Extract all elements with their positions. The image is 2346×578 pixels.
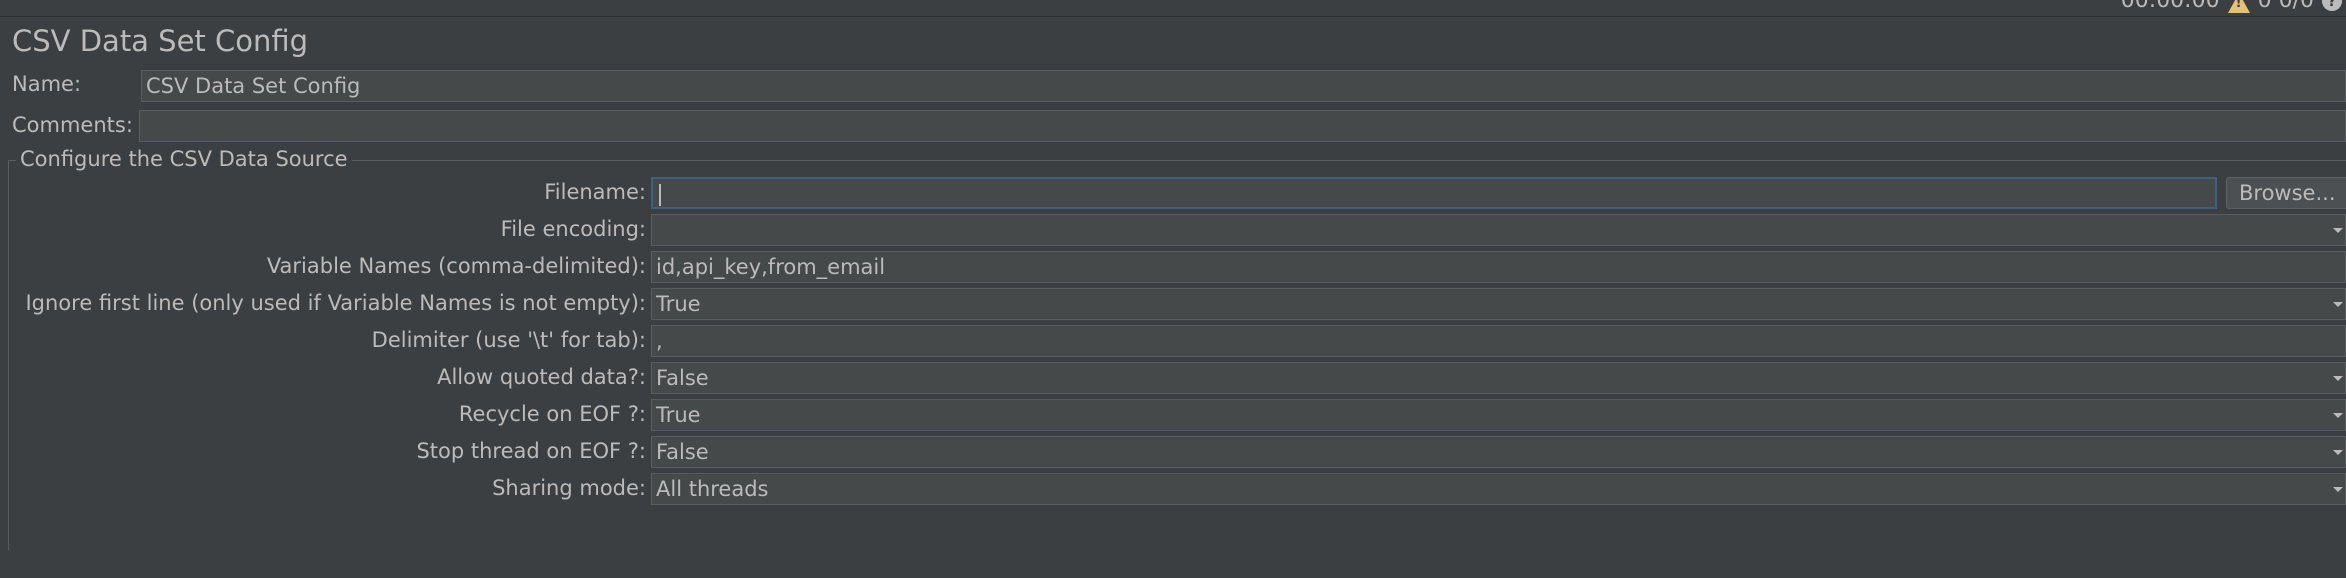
chevron-down-icon[interactable] [2333, 376, 2343, 381]
status-strip: 00:00:00 0 0/0 ? [0, 0, 2346, 17]
filename-label: Filename: [544, 180, 646, 204]
chevron-down-icon[interactable] [2333, 302, 2343, 307]
variable-names-input[interactable]: id,api_key,from_email [651, 251, 2346, 283]
sharing-mode-label: Sharing mode: [492, 476, 646, 500]
recycle-eof-combo[interactable]: True [651, 399, 2346, 431]
ignore-first-line-label: Ignore first line (only used if Variable… [25, 291, 646, 315]
filename-input[interactable] [651, 177, 2217, 209]
name-label: Name: [12, 72, 82, 96]
sharing-mode-combo[interactable]: All threads [651, 473, 2346, 505]
elapsed-timer: 00:00:00 [2120, 0, 2220, 13]
file-encoding-label: File encoding: [500, 217, 646, 241]
chevron-down-icon[interactable] [2333, 413, 2343, 418]
page-title: CSV Data Set Config [12, 24, 309, 58]
stop-thread-eof-value: False [656, 440, 709, 464]
chevron-down-icon[interactable] [2333, 228, 2343, 233]
browse-button[interactable]: Browse... [2226, 177, 2346, 209]
stop-thread-eof-combo[interactable]: False [651, 436, 2346, 468]
group-title: Configure the CSV Data Source [16, 147, 352, 171]
ignore-first-line-value: True [656, 292, 701, 316]
name-input[interactable]: CSV Data Set Config [141, 70, 2346, 102]
recycle-eof-label: Recycle on EOF ?: [458, 402, 646, 426]
csv-data-set-config-panel: 00:00:00 0 0/0 ? CSV Data Set Config Nam… [0, 0, 2346, 578]
ignore-first-line-combo[interactable]: True [651, 288, 2346, 320]
text-caret [659, 184, 661, 206]
variable-names-label: Variable Names (comma-delimited): [266, 254, 646, 278]
chevron-down-icon[interactable] [2333, 487, 2343, 492]
recycle-eof-value: True [656, 403, 701, 427]
sharing-mode-value: All threads [656, 477, 769, 501]
comments-label: Comments: [12, 113, 133, 137]
chevron-down-icon[interactable] [2333, 450, 2343, 455]
allow-quoted-value: False [656, 366, 709, 390]
file-encoding-combo[interactable] [651, 214, 2346, 246]
warning-icon[interactable] [2227, 0, 2250, 13]
delimiter-label: Delimiter (use '\t' for tab): [371, 328, 646, 352]
stop-thread-eof-label: Stop thread on EOF ?: [416, 439, 646, 463]
comments-input[interactable] [139, 110, 2346, 142]
delimiter-input[interactable]: , [651, 325, 2346, 357]
status-group: 00:00:00 0 0/0 ? [2121, 0, 2342, 13]
help-icon[interactable]: ? [2322, 0, 2342, 11]
allow-quoted-label: Allow quoted data?: [437, 365, 646, 389]
allow-quoted-combo[interactable]: False [651, 362, 2346, 394]
thread-counter: 0 0/0 [2257, 0, 2314, 13]
